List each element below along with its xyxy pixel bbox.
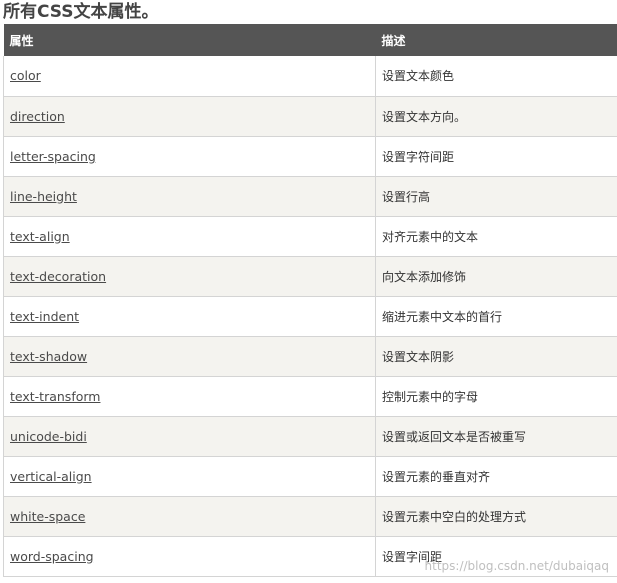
table-row: unicode-bidi 设置或返回文本是否被重写: [3, 416, 617, 457]
column-header-description: 描述: [375, 24, 617, 56]
table-row: color 设置文本颜色: [3, 56, 617, 97]
property-link[interactable]: color: [10, 68, 41, 83]
property-cell: color: [3, 56, 376, 97]
description-cell: 设置文本阴影: [375, 336, 617, 377]
property-link[interactable]: white-space: [10, 509, 85, 524]
table-row: line-height 设置行高: [3, 176, 617, 217]
table-row: direction 设置文本方向。: [3, 96, 617, 137]
property-link[interactable]: line-height: [10, 189, 77, 204]
property-cell: direction: [3, 96, 376, 137]
property-link[interactable]: text-align: [10, 229, 70, 244]
table-row: text-indent 缩进元素中文本的首行: [3, 296, 617, 337]
property-cell: text-align: [3, 216, 376, 257]
property-link[interactable]: text-decoration: [10, 269, 106, 284]
property-cell: text-shadow: [3, 336, 376, 377]
table-row: text-shadow 设置文本阴影: [3, 336, 617, 377]
description-cell: 设置文本颜色: [375, 56, 617, 97]
description-cell: 设置或返回文本是否被重写: [375, 416, 617, 457]
table-row: text-transform 控制元素中的字母: [3, 376, 617, 417]
table-row: text-decoration 向文本添加修饰: [3, 256, 617, 297]
property-cell: text-transform: [3, 376, 376, 417]
property-cell: letter-spacing: [3, 136, 376, 177]
table-row: text-align 对齐元素中的文本: [3, 216, 617, 257]
property-cell: white-space: [3, 496, 376, 537]
property-link[interactable]: unicode-bidi: [10, 429, 87, 444]
table-body: color 设置文本颜色 direction 设置文本方向。 letter-sp…: [3, 56, 617, 577]
description-cell: 设置元素中空白的处理方式: [375, 496, 617, 537]
table-row: white-space 设置元素中空白的处理方式: [3, 496, 617, 537]
description-cell: 缩进元素中文本的首行: [375, 296, 617, 337]
property-cell: word-spacing: [3, 536, 376, 577]
page: 所有CSS文本属性。 属性 描述 color 设置文本颜色 direction …: [0, 0, 617, 583]
table-header-row: 属性 描述: [3, 24, 617, 56]
description-cell: 设置行高: [375, 176, 617, 217]
table-row: vertical-align 设置元素的垂直对齐: [3, 456, 617, 497]
property-link[interactable]: text-transform: [10, 389, 100, 404]
description-cell: 向文本添加修饰: [375, 256, 617, 297]
description-cell: 设置元素的垂直对齐: [375, 456, 617, 497]
property-cell: line-height: [3, 176, 376, 217]
property-link[interactable]: text-shadow: [10, 349, 87, 364]
page-title: 所有CSS文本属性。: [3, 2, 159, 22]
property-link[interactable]: direction: [10, 109, 65, 124]
property-cell: text-decoration: [3, 256, 376, 297]
property-cell: vertical-align: [3, 456, 376, 497]
property-cell: unicode-bidi: [3, 416, 376, 457]
property-link[interactable]: word-spacing: [10, 549, 94, 564]
property-link[interactable]: text-indent: [10, 309, 79, 324]
property-cell: text-indent: [3, 296, 376, 337]
column-header-property: 属性: [3, 24, 376, 56]
property-link[interactable]: letter-spacing: [10, 149, 96, 164]
watermark: https://blog.csdn.net/dubaiqaq: [424, 559, 609, 573]
css-text-properties-table: 属性 描述 color 设置文本颜色 direction 设置文本方向。 let…: [3, 24, 617, 577]
property-link[interactable]: vertical-align: [10, 469, 92, 484]
description-cell: 对齐元素中的文本: [375, 216, 617, 257]
table-row: letter-spacing 设置字符间距: [3, 136, 617, 177]
description-cell: 设置文本方向。: [375, 96, 617, 137]
description-cell: 控制元素中的字母: [375, 376, 617, 417]
description-cell: 设置字符间距: [375, 136, 617, 177]
